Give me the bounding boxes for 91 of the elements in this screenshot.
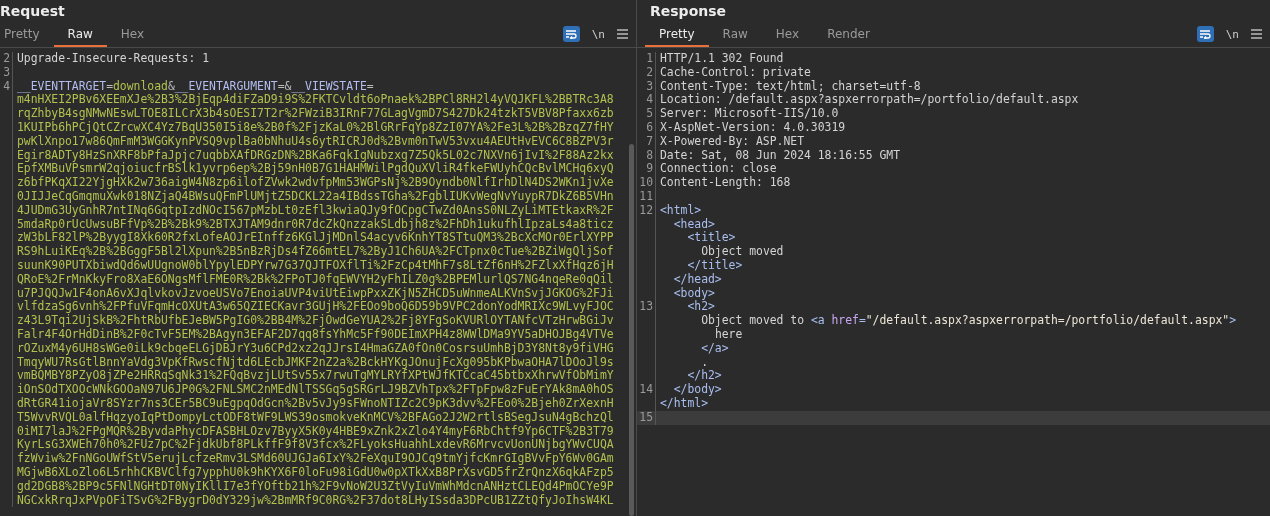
code-line: </html> <box>659 396 708 411</box>
code-line: QRoE%2FrMnKkyFro8XaE6ONgsMflFME0R%2Bk%2FPoTJ0fqEWVYH2yFhILZ0g%2BPEMlurlQS7NG4nqeRe0qQil <box>16 272 614 287</box>
code-line: </body> <box>672 383 722 397</box>
code-line: rqZhbyB4sgNMwNEswLTOE8ILCrX3b4sOESI7T2r%2FWziB3IRnF77GLagVgmD7S427Dk24tzkT5VBV8Pfaxx6zb <box>16 107 614 121</box>
code-line: T5WvvRVQL0alfHqzyoIqPtDompyLctODF8tWF9LWS39osmokveKnMCV%2BFAGo2J2W2rtlsBSegJsuN4gBchzQl <box>16 410 614 425</box>
code-line: <h2> <box>687 300 715 314</box>
code-line: . <box>700 355 708 369</box>
code-line: KyrLsG3XWEh70h0%2FUz7pC%2FjdkUbf8PLkffF9f8V3fcx%2FLyoksHuahhLxdevR6MrvcvUonUNjbgYWvCUQA <box>16 438 614 452</box>
editor-tab[interactable]: Pretty <box>0 27 54 47</box>
line-number: 11 <box>637 189 656 204</box>
code-line: Date: Sat, 08 Jun 2024 18:16:55 GMT <box>659 148 901 162</box>
code-line: Content-Length: 168 <box>659 176 791 190</box>
code-line: Cache-Control: private <box>659 65 811 80</box>
line-number: 15 <box>637 410 656 425</box>
editor-tab[interactable]: Hex <box>106 27 159 47</box>
code-line: X-AspNet-Version: 4.0.30319 <box>659 121 846 135</box>
code-line: Server: Microsoft-IIS/10.0 <box>659 107 839 121</box>
code-line: <title> <box>686 231 736 245</box>
line-number: 12 <box>637 203 656 218</box>
code-line: Location: /default.aspx?aspxerrorpath=/portfolio/default.aspx <box>659 93 1079 107</box>
code-line: Upgrade-Insecure-Requests: 1 <box>16 52 210 66</box>
code-line: HTTP/1.1 302 Found <box>659 52 784 66</box>
code-line: Egir8ADTy8HzSnXRF8bPfaJpjc7uqbbXAfDRGzDN%2BKa6FqkIgNubzxg7Z5Qk5L02c7NXVn6jIvI%2F88Az2kx <box>16 148 614 163</box>
line-number: 2 <box>637 65 656 80</box>
code-line: </head> <box>672 272 722 287</box>
code-line: suunK90PUTXbiwdQd6wUUgnoW0blYpylEDPYrw7G37QJTFOXflTi%2FzCp4tMhF7s8LtZf6nH%2FZlxXfHqz6jH <box>16 258 614 273</box>
line-number: 3 <box>0 65 13 80</box>
code-line: pwKlXnpo17w86QmFmM3WGGKynPVSQ9vplBa0bNhuU4s6ytRICRJ0d%2Bvm0nTwV53vxu4AEUtHvEVC6C8BZPV3r <box>16 134 614 149</box>
code-line: <body> <box>672 286 715 300</box>
code-line: gd2DGB8%2BP9c5FNlNGHtDT0NyIKllI7e3fYOftb21h%2F9vNoW2U3ZtVyIuVmWhMdcnANHztCLEQd4PmOCYe9P <box>16 479 614 494</box>
line-number: 7 <box>637 134 656 149</box>
line-number: 1 <box>637 52 656 66</box>
code-line: Content-Type: text/html; charset=utf-8 <box>659 79 921 93</box>
line-number: 5 <box>637 107 656 121</box>
code-line: fzWviw%2FnNGoUWfStV5erujLcfzeRmv3LSMd60UJGJa6IxY%2FeXquI9OJCq9tmYjfcKmrGIgBVvFpY6Wv0GAm <box>16 452 614 466</box>
line-number: 8 <box>637 148 656 163</box>
wrap-lines-icon[interactable] <box>562 26 580 42</box>
code-line: z6bfPKqXI22YjgHXk2w736aigW4N8zp6ilofZVwk2wdvfpMm53WGPsNj%2B9Oyndb0NlfIrhDlN4DS2WKn1jvXe <box>16 176 614 190</box>
code-line: Falr4F4OrHdDinB%2F0cTvF5EM%2BAgyn3EFAF2D7qq8fsYhMc5Ff90DEImXPH4z8WWlDMa9YV5aDHOJBg4VTVe <box>16 327 614 342</box>
code-line: </title> <box>686 258 743 273</box>
code-line: MGjwB6XLoZlo6L5rhhCKBVClfg7ypphU0k9hKYX6F0loFu98iGdU0w0pXTkXxB8PrXsvGD5frZrQnzX6qkAFzp5 <box>16 465 614 480</box>
code-line: vlfdzaSg6vnh%2FPfuVFqmHcOXUtA3w65QZIECKavr3GUjH%2FEOo9boQ6D59b9VPC2donYodMRIXc9WLvyFJOC <box>16 300 614 314</box>
newline-toggle[interactable]: \n <box>591 27 605 41</box>
code-line: 1KUIPb6hPCjQtCZrcwXC4Yz7BqU350I5i8e%2B0f%2FjzKaL0%2BlGRrFqYp8ZzI07YA%2Fe3L%2B%2BzqZ7fHY <box>16 121 614 135</box>
code-line: u7PJQQJw1F4onA6vXJqlvkovJzvoeUSVo7EnoiaUVP4viUtEiwpPxxZKjN5ZHCD5uWnmeALKVnSvjJGKOG%2FJi <box>16 286 614 300</box>
code-line: dRtGR41iojaVr8SYzr7ns3CEr5BC9uEgpqOdGcn%2Bv5vJy9sFWnoNTIZc2C9pK3dvv%2FEo0%2Bjeh0ZrXexnH <box>16 396 614 411</box>
pane-title: Request <box>0 2 66 21</box>
editor-tab[interactable]: Raw <box>53 27 107 47</box>
code-line: 0iMI7laJ%2FPgMQR%2ByvdaPhycDFASBHLOzv7ByyX5K0y4HBE9xZnk2xZlo4Y4myF6RbChtf9Yp6CTF%2B3T79 <box>16 424 614 439</box>
code-line: EpfXMBuVPsmrW2qjoiucfrBSlk1yvrp6ep%2Bj59nH0B7G1HAHMWilPgdQuXVliR4fkeFWUyhCQcBvlMCHq6xyQ <box>16 162 614 176</box>
code-line: </h2> <box>686 369 722 383</box>
editor-tab[interactable]: Pretty <box>645 27 709 47</box>
line-number: 4 <box>637 93 656 108</box>
line-number: 9 <box>637 162 656 177</box>
code-line: rOZuxM4y6UH8sWGe0iLk9cbqeELGjDBJrY3u6CPd2xz2qJJrsI4HmaGZA0fOn0CosrsuUmhBjD3Y8Nt8y9fiVHG <box>16 341 614 356</box>
editor-tab[interactable]: Render <box>813 27 884 47</box>
line-number: 4 <box>0 79 13 94</box>
line-number: 2 <box>0 52 13 66</box>
code-line: </a> <box>700 341 729 356</box>
menu-icon[interactable] <box>1251 29 1262 39</box>
editor-tab[interactable]: Hex <box>761 27 814 47</box>
menu-icon[interactable] <box>617 29 628 39</box>
code-line: Object moved <box>700 245 784 259</box>
code-line: 4JUDmG3UyGnhR7ntINq6GqtpIzdNOcI567pMzbLt0zEfl3kwiaQJy9fOCpgCTwZd0AnsS0NLZyLiMTEtkaxR%2F <box>16 203 614 218</box>
line-number: 14 <box>637 383 656 397</box>
code-line: TmqyWU7RsGtlBnnYaVdg3VpKfRwscfNjtd6LEcbJMKF2nZ2a%2BckHYKgJOnujFcXg095bKPbwaOHA7lDOoJl9s <box>16 355 614 370</box>
line-number: 10 <box>637 176 656 190</box>
code-line: RS9hLuiKEq%2B%2BGggF5Bl2lXpun%2B5nBzRjDs4fZ66mtEL7%2ByJ1Ch6UA%2FCTpnx0cTue%2BZiWgQljSof <box>16 245 614 259</box>
code-line: NGCxkRrqJxPVpOFiTSvG%2FBygrD0dY329jw%2BmMRf9C0RG%2F37dot8LHyISsda3DPcUB1ZZtQfyJoIhsW4KL <box>16 493 614 508</box>
code-line: iOnSOdTXOOcWNkGOOaN97U6JP0G%2FNLSMC2nMEdNlTSSGq5gSRGrLJ9BZVhTpx%2FTpFpw8zFuErYAk8mA0hOS <box>16 383 614 397</box>
line-number: 6 <box>637 121 656 135</box>
line-number: 3 <box>637 79 656 94</box>
code-line: 5mdaRp0rUcUwsuBFfVp%2B%2Bk9%2BTXJTAM9dnr0R7dcZkQnzzakSLdbjh8z%2FhDh1ukufhlIpzaLs4a8ticz <box>16 217 614 231</box>
code-line: z43L9Tqi2UjSkB%2FhtRbUfbEJeBW5PgIG0%2BB4M%2FjOwdGeYUA2%2Fj8YFgSoKVURlOYTANfcVTzHrwBGiJv <box>16 314 614 328</box>
code-line: <html> <box>659 203 702 218</box>
code-line: Object moved to <a href="/default.aspx?aspxerrorpath=/portfolio/default.aspx"> <box>700 314 1237 328</box>
editor-tab[interactable]: Raw <box>708 27 762 47</box>
code-line: Connection: close <box>659 162 777 176</box>
wrap-lines-icon[interactable] <box>1196 26 1214 42</box>
code-line: X-Powered-By: ASP.NET <box>659 134 804 149</box>
code-line: 0JIJJeCqGmqmuXwk018NZjaQ4BWsuQFmPlUMjtZ5DCKL22a4IBdssTGha%2FgblIUKvWegNvYuypR7DkZ6B5VHn <box>16 189 614 204</box>
code-line: m4nHXEI2PBv6XEEmXJe%2B3%2BjEqp4diFZaD9i9S%2FKTCvldt6oPnaek%2BPCl8RH2l4yVQJKFL%2BBTRc3A8 <box>16 93 614 107</box>
code-line: __EVENTTARGET=download&__EVENTARGUMENT=&__VIEWSTATE= <box>16 79 374 94</box>
code-line: vmBQMBY8PZyO8jZPe2HRRqSqNk31%2FQqBvzjLUtSv55x7rwuTgMYLRYfXPtWJfKTCcaC45btbxXhrwVfObMimY <box>16 369 614 383</box>
code-line: here <box>714 327 743 342</box>
pane-title: Response <box>649 2 728 21</box>
line-number: 13 <box>637 300 656 315</box>
scrollbar-thumb[interactable] <box>629 144 634 516</box>
code-line: zW3bLF82lP%2ByygI8Xk60R2fxLofeAOJrEInffz6KGlJjMDnlS4acyv6KnhYT8STtuQM3%2BcXcMOr0ErlXYPP <box>16 231 614 245</box>
code-line: <head> <box>672 217 715 231</box>
newline-toggle[interactable]: \n <box>1225 27 1239 41</box>
